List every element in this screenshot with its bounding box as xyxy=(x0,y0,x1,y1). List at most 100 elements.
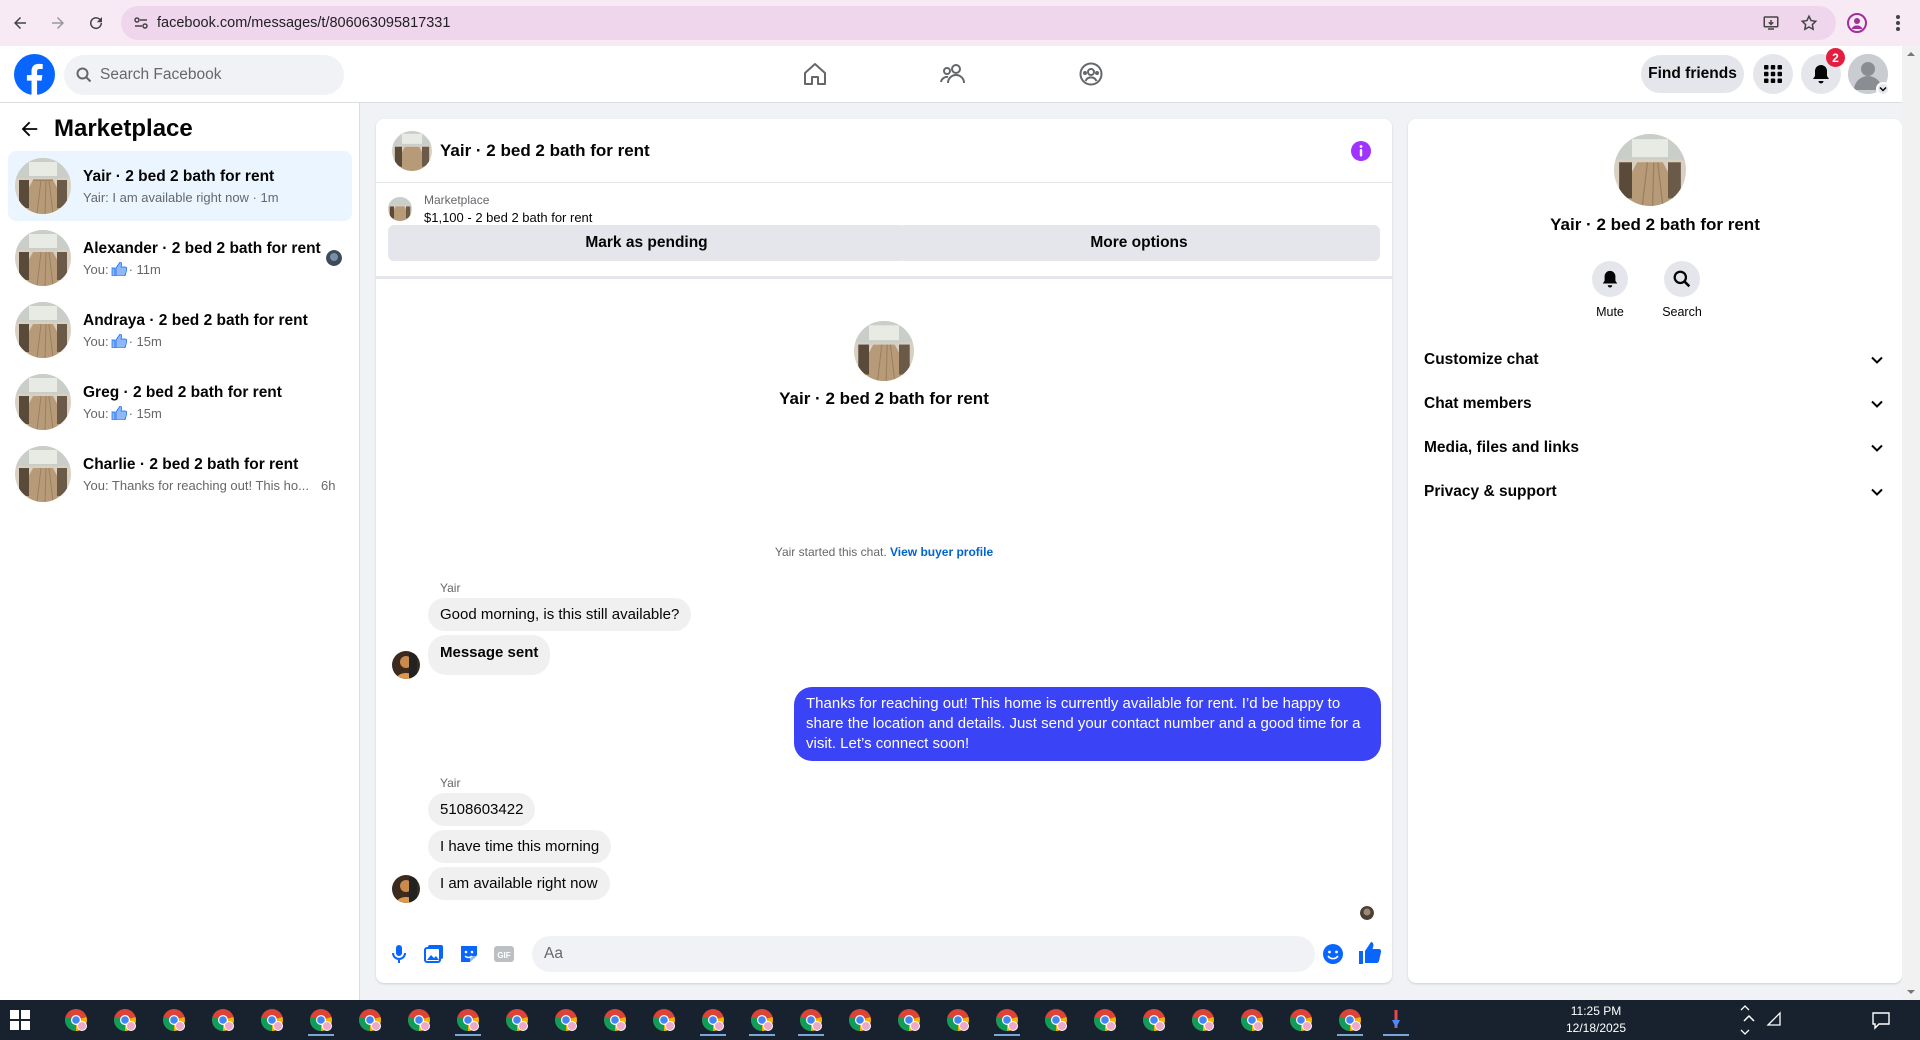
taskbar-chrome-app-icon[interactable] xyxy=(743,1004,781,1036)
taskbar-chrome-app-icon[interactable] xyxy=(1233,1004,1271,1036)
sticker-icon[interactable] xyxy=(458,943,480,965)
taskbar-scroll-arrows[interactable] xyxy=(1738,1000,1752,1040)
message-input[interactable]: Aa xyxy=(532,936,1315,972)
chat-members-section[interactable]: Chat members xyxy=(1424,389,1884,419)
taskbar-chrome-app-icon[interactable] xyxy=(596,1004,634,1036)
install-app-icon[interactable] xyxy=(1762,14,1780,32)
started-text: Yair started this chat. xyxy=(774,545,887,559)
listing-thumbnail xyxy=(15,374,71,430)
site-info-icon[interactable] xyxy=(133,15,149,31)
listing-info[interactable]: Marketplace $1,100 - 2 bed 2 bath for re… xyxy=(388,193,592,225)
taskbar-chrome-app-icon[interactable] xyxy=(253,1004,291,1036)
mute-label: Mute xyxy=(1596,305,1624,319)
microphone-icon[interactable] xyxy=(388,943,410,965)
forward-icon[interactable] xyxy=(40,5,76,41)
taskbar-chrome-app-icon[interactable] xyxy=(106,1004,144,1036)
customize-chat-section[interactable]: Customize chat xyxy=(1424,345,1884,375)
taskbar-chrome-app-icon[interactable] xyxy=(939,1004,977,1036)
network-icon[interactable] xyxy=(1766,1011,1782,1027)
chat-title[interactable]: Yair · 2 bed 2 bath for rent xyxy=(440,141,650,161)
taskbar-chrome-app-icon[interactable] xyxy=(400,1004,438,1036)
taskbar-chrome-app-icon[interactable] xyxy=(1135,1004,1173,1036)
account-chevron-icon[interactable] xyxy=(1876,82,1890,96)
conversation-preview: Yair: I am available right now · 1m xyxy=(83,189,279,205)
sender-avatar[interactable] xyxy=(392,875,420,903)
notification-badge: 2 xyxy=(1826,48,1845,67)
taskbar-clock[interactable]: 11:25 PM 12/18/2025 xyxy=(1556,1003,1636,1037)
emoji-icon[interactable] xyxy=(1322,943,1344,965)
home-nav-icon[interactable] xyxy=(793,52,837,96)
details-avatar[interactable] xyxy=(1614,134,1686,206)
taskbar-chrome-app-icon[interactable] xyxy=(449,1004,487,1036)
incoming-message[interactable]: I am available right now xyxy=(428,867,610,900)
sender-avatar[interactable] xyxy=(392,651,420,679)
taskbar-chrome-app-icon[interactable] xyxy=(1086,1004,1124,1036)
address-bar[interactable]: facebook.com/messages/t/806063095817331 xyxy=(121,6,1836,40)
clock-date: 12/18/2025 xyxy=(1565,1021,1627,1035)
incoming-message[interactable]: Good morning, is this still available? xyxy=(428,598,692,631)
friends-nav-icon[interactable] xyxy=(931,52,975,96)
taskbar-chrome-app-icon[interactable] xyxy=(1331,1004,1369,1036)
taskbar-chrome-app-icon[interactable] xyxy=(351,1004,389,1036)
taskbar-chrome-app-icon[interactable] xyxy=(988,1004,1026,1036)
groups-nav-icon[interactable] xyxy=(1069,52,1113,96)
more-options-button[interactable]: More options xyxy=(898,225,1380,261)
browser-menu-icon[interactable] xyxy=(1888,12,1908,34)
section-label: Customize chat xyxy=(1424,351,1539,368)
chat-header-avatar[interactable] xyxy=(392,130,432,171)
conversation-item-yair[interactable]: Yair · 2 bed 2 bath for rent Yair: I am … xyxy=(8,151,352,221)
conversation-item-alexander[interactable]: Alexander · 2 bed 2 bath for rent You: ·… xyxy=(8,223,352,293)
menu-grid-icon[interactable] xyxy=(1753,54,1793,94)
mute-button[interactable]: Mute xyxy=(1580,261,1640,319)
facebook-logo-icon[interactable] xyxy=(14,54,55,95)
gif-icon[interactable]: GIF xyxy=(493,943,515,965)
conversation-name: Charlie · 2 bed 2 bath for rent xyxy=(83,455,299,473)
browser-profile-icon[interactable] xyxy=(1846,12,1868,34)
windows-start-icon[interactable] xyxy=(10,1010,32,1032)
taskbar-chrome-app-icon[interactable] xyxy=(792,1004,830,1036)
taskbar-chrome-app-icon[interactable] xyxy=(1184,1004,1222,1036)
privacy-support-section[interactable]: Privacy & support xyxy=(1424,477,1884,507)
conversation-item-greg[interactable]: Greg · 2 bed 2 bath for rent You: · 15m xyxy=(8,367,352,437)
taskbar-active-app-icon[interactable] xyxy=(1377,1004,1415,1036)
conversation-item-andraya[interactable]: Andraya · 2 bed 2 bath for rent You: · 1… xyxy=(8,295,352,365)
conversation-info-icon[interactable] xyxy=(1350,140,1372,162)
like-send-icon[interactable] xyxy=(1358,941,1382,965)
taskbar-chrome-app-icon[interactable] xyxy=(302,1004,340,1036)
taskbar-chrome-app-icon[interactable] xyxy=(498,1004,536,1036)
photo-attach-icon[interactable] xyxy=(423,943,445,965)
taskbar-chrome-app-icon[interactable] xyxy=(57,1004,95,1036)
find-friends-button[interactable]: Find friends xyxy=(1641,55,1744,93)
taskbar-chrome-app-icon[interactable] xyxy=(204,1004,242,1036)
seen-avatar-icon xyxy=(326,250,342,266)
taskbar-chrome-app-icon[interactable] xyxy=(645,1004,683,1036)
bell-icon xyxy=(1592,261,1628,297)
back-arrow-icon[interactable] xyxy=(18,118,40,140)
reload-icon[interactable] xyxy=(78,5,114,41)
taskbar-chrome-app-icon[interactable] xyxy=(841,1004,879,1036)
media-files-links-section[interactable]: Media, files and links xyxy=(1424,433,1884,463)
chevron-down-icon xyxy=(1870,485,1884,499)
incoming-message[interactable]: 5108603422 xyxy=(428,793,536,826)
taskbar-chrome-app-icon[interactable] xyxy=(1282,1004,1320,1036)
taskbar-chrome-app-icon[interactable] xyxy=(155,1004,193,1036)
back-icon[interactable] xyxy=(2,5,38,41)
marketplace-label: Marketplace xyxy=(424,193,490,207)
search-facebook-input[interactable]: Search Facebook xyxy=(64,55,344,95)
taskbar-chrome-app-icon[interactable] xyxy=(694,1004,732,1036)
taskbar-chrome-app-icon[interactable] xyxy=(547,1004,585,1036)
outgoing-message[interactable]: Thanks for reaching out! This home is cu… xyxy=(794,687,1381,761)
conversation-item-charlie[interactable]: Charlie · 2 bed 2 bath for rent You: Tha… xyxy=(8,439,352,509)
incoming-message[interactable]: I have time this morning xyxy=(428,830,612,863)
mark-as-pending-button[interactable]: Mark as pending xyxy=(388,225,905,261)
taskbar-chrome-app-icon[interactable] xyxy=(890,1004,928,1036)
taskbar-chrome-app-icon[interactable] xyxy=(1037,1004,1075,1036)
search-in-chat-button[interactable]: Search xyxy=(1652,261,1712,319)
incoming-message[interactable]: Message sent xyxy=(428,635,551,675)
page-scrollbar[interactable] xyxy=(1902,46,1920,1000)
conversation-name: Alexander · 2 bed 2 bath for rent xyxy=(83,239,321,257)
bookmark-star-icon[interactable] xyxy=(1800,14,1818,32)
action-center-icon[interactable] xyxy=(1871,1010,1891,1030)
search-icon xyxy=(76,67,92,83)
view-buyer-profile-link[interactable]: View buyer profile xyxy=(890,545,993,559)
